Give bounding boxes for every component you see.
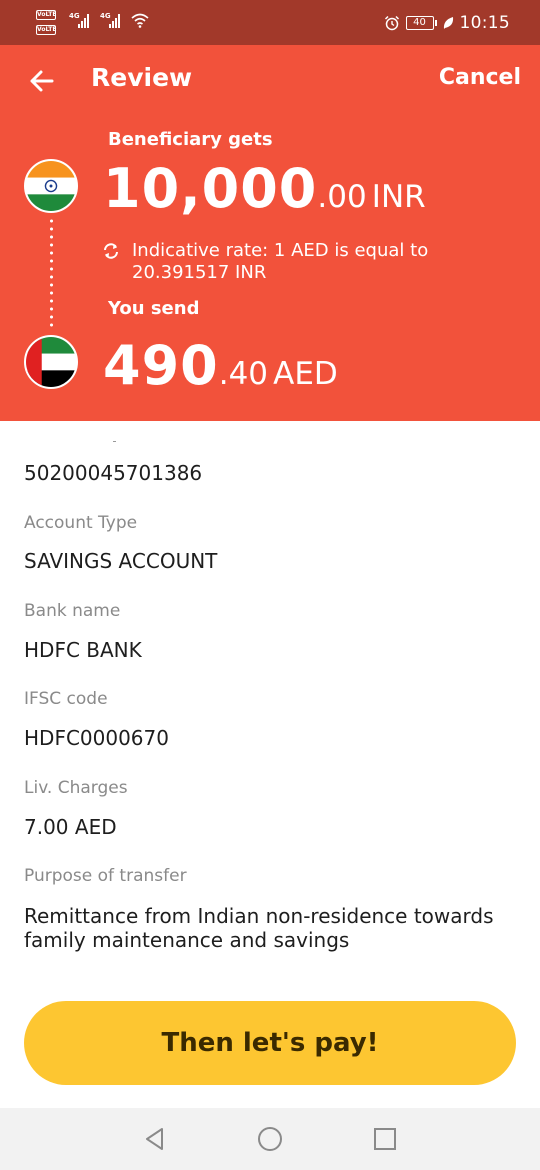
signal-icon [78, 14, 89, 28]
beneficiary-amount-whole: 10,000 [103, 157, 318, 220]
volte-icon: VoLTE [36, 10, 57, 20]
account-type-label: Account Type [24, 513, 138, 533]
home-circle-icon[interactable] [257, 1126, 283, 1152]
you-send-label: You send [108, 298, 200, 319]
ifsc-code: HDFC0000670 [24, 726, 169, 750]
system-nav-bar [0, 1108, 540, 1170]
refresh-icon [104, 243, 118, 259]
battery-icon: 40 [405, 16, 437, 30]
back-arrow-icon[interactable] [26, 65, 58, 97]
account-type: SAVINGS ACCOUNT [24, 549, 218, 573]
pay-button-label: Then let's pay! [161, 1028, 379, 1058]
status-right: 40 10:15 [384, 10, 511, 36]
clock: 10:15 [459, 13, 510, 33]
beneficiary-amount: 10,000.00 INR [103, 157, 426, 220]
uae-flag-icon [24, 335, 78, 389]
back-triangle-icon[interactable] [142, 1126, 168, 1152]
status-bar: VoLTE VoLTE 4G 4G 40 10:15 [0, 0, 540, 45]
account-number: 50200045701386 [24, 461, 203, 485]
charges-value: 7.00 AED [24, 815, 117, 839]
divider [113, 441, 116, 442]
india-flag-icon [24, 159, 78, 213]
beneficiary-gets-label: Beneficiary gets [108, 129, 273, 150]
leaf-icon [443, 17, 453, 29]
beneficiary-amount-fraction: .00 [317, 179, 367, 215]
ifsc-label: IFSC code [24, 689, 108, 709]
dotted-connector [50, 217, 53, 329]
page-title: Review [91, 63, 193, 92]
bank-name-label: Bank name [24, 601, 121, 621]
send-amount: 490.40 AED [103, 334, 338, 397]
charges-label: Liv. Charges [24, 778, 128, 798]
volte-icon: VoLTE [36, 25, 57, 35]
beneficiary-currency: INR [371, 179, 426, 215]
send-amount-whole: 490 [103, 334, 219, 397]
cancel-button[interactable]: Cancel [439, 65, 521, 90]
recents-square-icon[interactable] [372, 1126, 398, 1152]
pay-button[interactable]: Then let's pay! [24, 1001, 516, 1085]
purpose-label: Purpose of transfer [24, 866, 187, 886]
send-amount-fraction: .40 [218, 356, 269, 392]
bank-name: HDFC BANK [24, 638, 142, 662]
send-currency: AED [273, 356, 338, 392]
wifi-icon [131, 13, 149, 28]
signal-icon [109, 14, 120, 28]
rate-text: Indicative rate: 1 AED is equal to 20.39… [132, 240, 429, 283]
purpose-value: Remittance from Indian non-residence tow… [24, 904, 494, 952]
review-header: Review Cancel Beneficiary gets 10,000.00… [0, 45, 540, 421]
alarm-icon [384, 15, 399, 31]
